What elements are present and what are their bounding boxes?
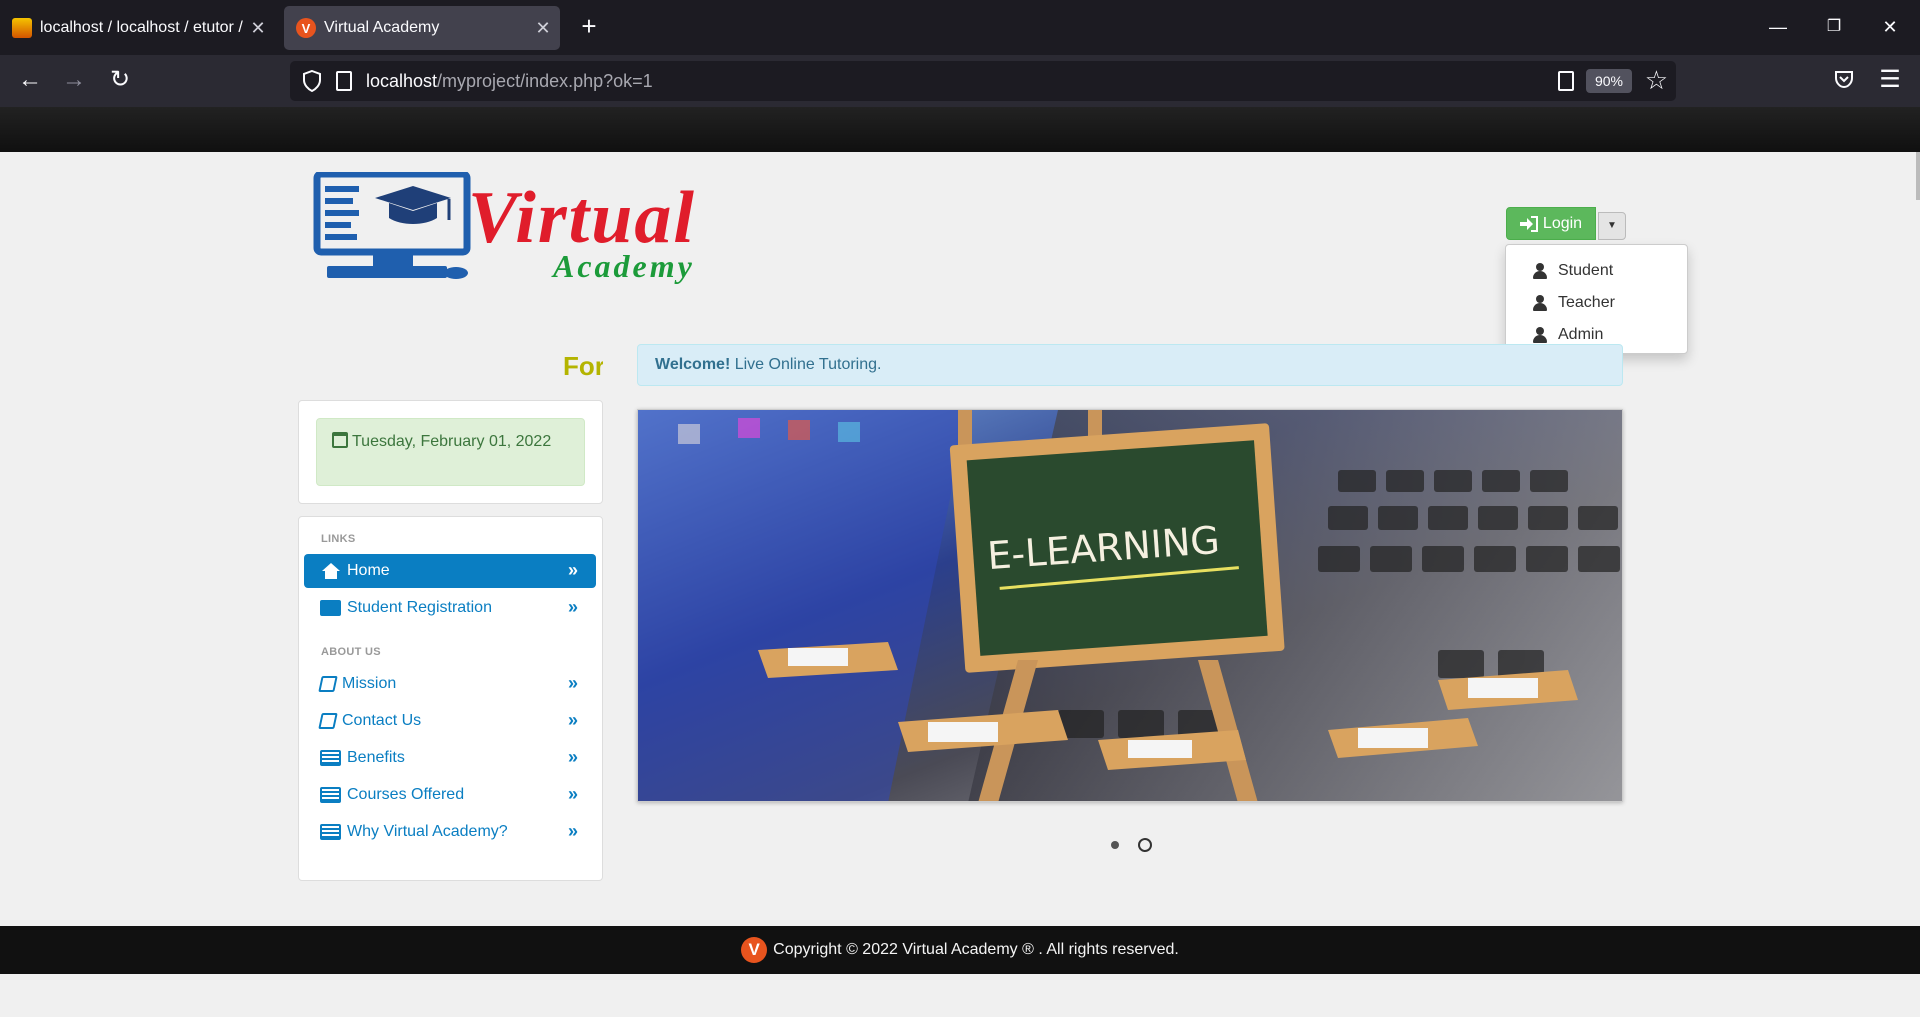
double-chevron-right-icon: » [567, 560, 578, 580]
sign-in-icon [1519, 215, 1538, 232]
forward-icon[interactable]: → [58, 65, 90, 97]
sidebar-links-panel: LINKS Home » Student Registration » ABOU… [298, 516, 603, 881]
sidebar-item-label: Mission [342, 675, 397, 692]
links-header: LINKS [321, 533, 356, 545]
list-alt-icon [320, 787, 341, 803]
browser-tab-bar: localhost / localhost / etutor / tl ✕ V … [0, 0, 1920, 55]
welcome-text: Live Online Tutoring. [730, 356, 882, 373]
double-chevron-right-icon: » [567, 597, 578, 617]
sidebar-item-why-virtual-academy[interactable]: Why Virtual Academy? » [304, 815, 596, 849]
sidebar-item-label: Courses Offered [347, 786, 465, 803]
list-alt-icon [320, 824, 341, 840]
book-icon [318, 713, 338, 729]
copyright-text: Copyright © 2022 Virtual Academy ® . All… [773, 941, 1179, 958]
url-host: localhost [366, 71, 438, 91]
tab-virtual-academy[interactable]: V Virtual Academy ✕ [284, 6, 560, 50]
current-date: Tuesday, February 01, 2022 [352, 433, 552, 450]
sidebar-item-benefits[interactable]: Benefits » [304, 741, 596, 775]
url-text[interactable]: localhost/myproject/index.php?ok=1 [366, 71, 653, 92]
welcome-strong: Welcome! [655, 356, 731, 373]
about-us-header: ABOUT US [321, 646, 381, 658]
app-menu-icon[interactable]: ☰ [1876, 65, 1904, 93]
double-chevron-right-icon: » [567, 747, 578, 767]
tab-phpmyadmin[interactable]: localhost / localhost / etutor / tl ✕ [0, 6, 275, 50]
book-icon [318, 676, 338, 692]
back-icon[interactable]: ← [14, 65, 46, 97]
double-chevron-right-icon: » [567, 784, 578, 804]
close-tab-icon[interactable]: ✕ [530, 18, 556, 39]
scrollbar-thumb[interactable] [1916, 152, 1920, 200]
sidebar-item-label: Student Registration [347, 599, 492, 616]
e-learning-slide-image: E-LEARNING [638, 410, 1622, 801]
user-secret-icon [1532, 327, 1548, 343]
tab-title: localhost / localhost / etutor / tl [40, 19, 245, 36]
double-chevron-right-icon: » [567, 821, 578, 841]
sidebar-item-label: Home [347, 562, 390, 579]
tab-title: Virtual Academy [324, 19, 440, 36]
menu-item-student[interactable]: Student [1506, 255, 1687, 287]
browser-nav-bar: ← → ↻ localhost/myproject/index.php?ok=1… [0, 55, 1920, 107]
login-dropdown-menu: Student Teacher Admin [1505, 244, 1688, 354]
zoom-level-badge[interactable]: 90% [1586, 69, 1632, 93]
menu-item-label: Teacher [1558, 294, 1615, 311]
tracking-shield-icon[interactable] [302, 70, 322, 92]
date-alert: Tuesday, February 01, 2022 [316, 418, 585, 486]
date-panel: Tuesday, February 01, 2022 [298, 400, 603, 504]
new-tab-icon[interactable]: + [574, 12, 604, 42]
sidebar-item-home[interactable]: Home » [304, 554, 596, 588]
reader-view-icon[interactable] [1558, 71, 1574, 91]
minimize-icon[interactable]: — [1758, 12, 1798, 42]
sidebar-item-label: Contact Us [342, 712, 422, 729]
phpmyadmin-favicon-icon [12, 18, 32, 38]
login-button-label: Login [1542, 214, 1583, 232]
double-chevron-right-icon: » [567, 710, 578, 730]
menu-item-label: Admin [1558, 326, 1604, 343]
login-button[interactable]: Login [1506, 207, 1596, 240]
carousel-indicator-1[interactable] [1111, 841, 1119, 849]
sidebar-item-label: Why Virtual Academy? [347, 823, 508, 840]
restore-icon[interactable]: ❐ [1814, 12, 1854, 42]
site-top-navbar [0, 107, 1920, 152]
reload-icon[interactable]: ↻ [104, 65, 136, 97]
site-logo[interactable]: Virtual Academy [313, 168, 753, 290]
page-info-icon[interactable] [336, 71, 352, 91]
window-close-icon[interactable]: ✕ [1870, 12, 1910, 42]
sidebar-item-contact-us[interactable]: Contact Us » [304, 704, 596, 738]
home-icon [320, 563, 341, 579]
footer-logo-icon: V [741, 937, 768, 963]
computer-graduation-icon [313, 172, 471, 279]
user-icon [1532, 263, 1548, 279]
login-button-group: Login ▼ [1506, 207, 1626, 240]
user-tie-icon [1532, 295, 1548, 311]
menu-item-label: Student [1558, 262, 1614, 279]
welcome-alert: Welcome! Live Online Tutoring. [637, 344, 1623, 386]
sidebar-item-student-registration[interactable]: Student Registration » [304, 591, 596, 625]
login-dropdown-toggle[interactable]: ▼ [1598, 212, 1626, 240]
url-path: /myproject/index.php?ok=1 [437, 71, 653, 91]
envelope-icon [320, 600, 341, 616]
pocket-icon[interactable] [1833, 68, 1857, 92]
caret-down-icon: ▼ [1607, 220, 1617, 231]
logo-wordmark-academy: Academy [553, 248, 695, 284]
sidebar-item-label: Benefits [347, 749, 405, 766]
bookmark-star-icon[interactable]: ☆ [1645, 65, 1668, 96]
double-chevron-right-icon: » [567, 673, 578, 693]
menu-item-teacher[interactable]: Teacher [1506, 287, 1687, 319]
close-tab-icon[interactable]: ✕ [245, 18, 271, 39]
image-carousel[interactable]: E-LEARNING [637, 409, 1623, 802]
virtual-academy-favicon-icon: V [296, 18, 316, 38]
list-alt-icon [320, 750, 341, 766]
sidebar-item-courses-offered[interactable]: Courses Offered » [304, 778, 596, 812]
calendar-icon [332, 432, 348, 448]
scrolling-marquee-text: For [563, 351, 603, 381]
carousel-indicator-2[interactable] [1138, 838, 1152, 852]
address-bar[interactable]: localhost/myproject/index.php?ok=1 90% ☆ [290, 61, 1676, 101]
sidebar-item-mission[interactable]: Mission » [304, 667, 596, 701]
site-footer: V Copyright © 2022 Virtual Academy ® . A… [0, 926, 1920, 974]
